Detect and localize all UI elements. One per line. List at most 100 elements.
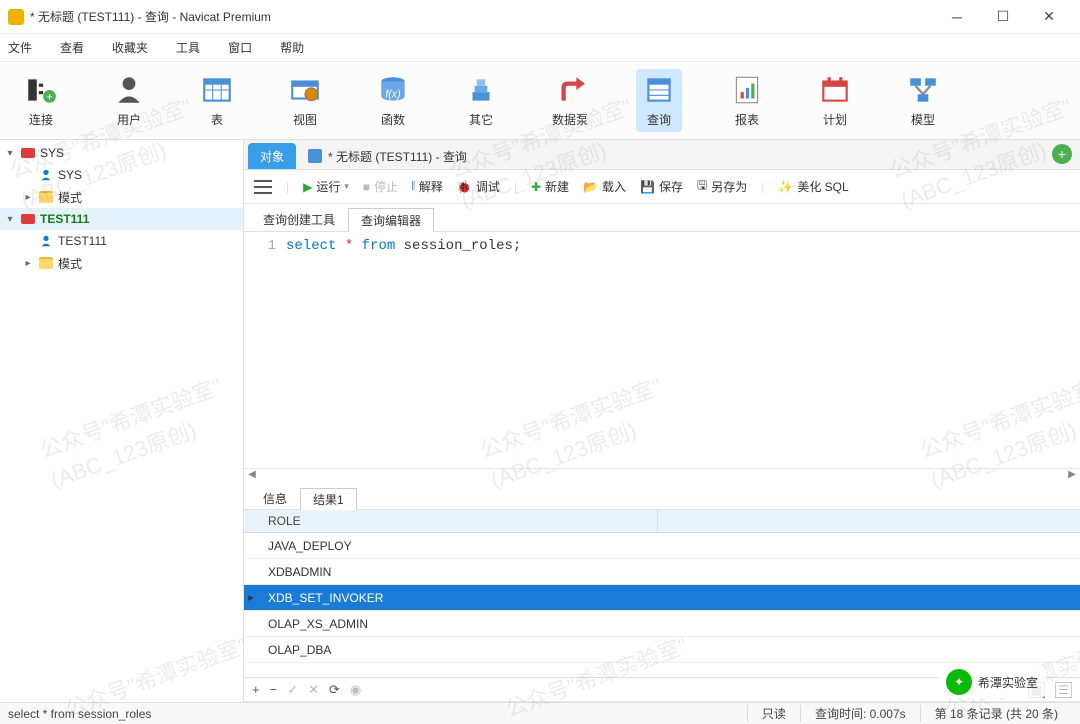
menubar: 文件 查看 收藏夹 工具 窗口 帮助 xyxy=(0,34,1080,62)
tool-function[interactable]: f(x) 函数 xyxy=(370,69,416,132)
saveas-button[interactable]: 🖫 另存为 xyxy=(697,176,747,197)
svg-text:f(x): f(x) xyxy=(385,88,400,100)
line-gutter: 1 xyxy=(244,238,286,254)
action-bar: | ▶ 运行 ▾ ■ 停止 𝄃 解释 🐞 调试 | ✚ 新建 📂 载入 💾 保存… xyxy=(244,170,1080,204)
tool-other-icon xyxy=(464,73,498,107)
tree-node-0[interactable]: ▾ SYS xyxy=(0,142,243,164)
menu-file[interactable]: 文件 xyxy=(8,39,32,56)
tool-view-icon xyxy=(288,73,322,107)
tool-report[interactable]: 报表 xyxy=(724,69,770,132)
tree-label: 模式 xyxy=(58,255,82,272)
tree-node-1[interactable]: SYS xyxy=(0,164,243,186)
col-role[interactable]: ROLE xyxy=(258,510,658,532)
grid-header: ROLE xyxy=(244,510,1080,533)
result-tab-1[interactable]: 结果1 xyxy=(300,488,357,510)
grid-row[interactable]: OLAP_XS_ADMIN xyxy=(244,611,1080,637)
save-button[interactable]: 💾 保存 xyxy=(640,178,683,195)
debug-button[interactable]: 🐞 调试 xyxy=(457,178,500,195)
nav-cancel-icon[interactable]: ✕ xyxy=(308,682,319,698)
tool-other[interactable]: 其它 xyxy=(458,69,504,132)
tree-arrow[interactable]: ▾ xyxy=(4,214,16,225)
cell-role: OLAP_XS_ADMIN xyxy=(258,617,658,631)
result-tabs: 信息 结果1 xyxy=(244,484,1080,510)
tree-node-5[interactable]: ▸ 模式 xyxy=(0,252,243,274)
minimize-button[interactable]: ─ xyxy=(934,2,980,32)
wechat-badge: ✦ 希潭实验室 xyxy=(938,666,1046,698)
result-tab-info[interactable]: 信息 xyxy=(250,487,300,509)
menu-toggle-icon[interactable] xyxy=(254,180,272,194)
tool-user-label: 用户 xyxy=(117,111,141,128)
cell-role: OLAP_DBA xyxy=(258,643,658,657)
menu-view[interactable]: 查看 xyxy=(60,39,84,56)
run-button[interactable]: ▶ 运行 ▾ xyxy=(303,178,349,195)
subtab-editor[interactable]: 查询编辑器 xyxy=(348,208,434,232)
tree-label: TEST111 xyxy=(40,212,89,226)
tool-connection-label: 连接 xyxy=(29,111,53,128)
tool-table[interactable]: 表 xyxy=(194,69,240,132)
tool-query-icon xyxy=(642,73,676,107)
tool-datapump[interactable]: 数据泵 xyxy=(546,69,594,132)
nav-refresh-icon[interactable]: ⟳ xyxy=(329,682,340,698)
code-line-1: select * from session_roles; xyxy=(286,238,1080,254)
wechat-icon: ✦ xyxy=(946,669,972,695)
tree-arrow[interactable]: ▾ xyxy=(4,148,16,159)
tool-schedule-icon xyxy=(818,73,852,107)
nav-record-icon[interactable]: ◉ xyxy=(350,682,361,698)
tool-model-icon xyxy=(906,73,940,107)
tree-node-3[interactable]: ▾ TEST111 xyxy=(0,208,243,230)
grid-row[interactable]: XDBADMIN xyxy=(244,559,1080,585)
tool-function-label: 函数 xyxy=(381,111,405,128)
new-button[interactable]: ✚ 新建 xyxy=(531,178,569,195)
cell-role: XDBADMIN xyxy=(258,565,658,579)
tree-arrow[interactable]: ▸ xyxy=(22,258,34,269)
explain-button[interactable]: 𝄃 解释 xyxy=(412,178,443,195)
form-view-icon[interactable]: ☰ xyxy=(1055,682,1072,698)
close-button[interactable]: ✕ xyxy=(1026,2,1072,32)
result-grid[interactable]: ROLE JAVA_DEPLOY XDBADMIN ▸XDB_SET_INVOKER… xyxy=(244,510,1080,678)
new-tab-button[interactable]: + xyxy=(1052,144,1072,164)
grid-row[interactable]: JAVA_DEPLOY xyxy=(244,533,1080,559)
tool-connection[interactable]: + 连接 xyxy=(18,69,64,132)
nav-remove-icon[interactable]: − xyxy=(270,682,278,697)
tool-table-icon xyxy=(200,73,234,107)
tree-label: SYS xyxy=(40,146,64,160)
subtab-builder[interactable]: 查询创建工具 xyxy=(250,207,348,231)
load-button[interactable]: 📂 载入 xyxy=(583,178,626,195)
tool-schedule-label: 计划 xyxy=(823,111,847,128)
tree-node-4[interactable]: TEST111 xyxy=(0,230,243,252)
menu-tools[interactable]: 工具 xyxy=(176,39,200,56)
window-title: * 无标题 (TEST111) - 查询 - Navicat Premium xyxy=(30,8,934,25)
doctab-query[interactable]: * 无标题 (TEST111) - 查询 xyxy=(296,143,479,169)
status-records: 第 18 条记录 (共 20 条) xyxy=(920,705,1072,722)
grid-row[interactable]: ▸XDB_SET_INVOKER xyxy=(244,585,1080,611)
sidebar-tree[interactable]: ▾ SYS SYS ▸ 模式 ▾ TEST111 TEST111 ▸ 模式 xyxy=(0,140,244,702)
row-pointer-icon: ▸ xyxy=(244,591,258,604)
sql-editor[interactable]: 1 select * from session_roles; xyxy=(244,232,1080,468)
menu-favorites[interactable]: 收藏夹 xyxy=(112,39,148,56)
tree-label: 模式 xyxy=(58,189,82,206)
tool-model[interactable]: 模型 xyxy=(900,69,946,132)
menu-help[interactable]: 帮助 xyxy=(280,39,304,56)
tool-query[interactable]: 查询 xyxy=(636,69,682,132)
tool-query-label: 查询 xyxy=(647,111,671,128)
grid-row[interactable]: OLAP_DBA xyxy=(244,637,1080,663)
stop-button[interactable]: ■ 停止 xyxy=(363,178,398,195)
tool-view[interactable]: 视图 xyxy=(282,69,328,132)
tree-arrow[interactable]: ▸ xyxy=(22,192,34,203)
tree-node-2[interactable]: ▸ 模式 xyxy=(0,186,243,208)
doctab-objects[interactable]: 对象 xyxy=(248,143,296,169)
status-readonly: 只读 xyxy=(747,705,800,722)
beautify-button[interactable]: ✨ 美化 SQL xyxy=(778,178,848,195)
menu-window[interactable]: 窗口 xyxy=(228,39,252,56)
svg-text:+: + xyxy=(46,92,52,104)
tool-schedule[interactable]: 计划 xyxy=(812,69,858,132)
tree-label: TEST111 xyxy=(58,234,107,248)
tool-datapump-label: 数据泵 xyxy=(552,111,588,128)
editor-subtabs: 查询创建工具 查询编辑器 xyxy=(244,204,1080,232)
nav-add-icon[interactable]: + xyxy=(252,682,260,697)
content-area: 对象 * 无标题 (TEST111) - 查询 + | ▶ 运行 ▾ ■ 停止 … xyxy=(244,140,1080,702)
tool-user[interactable]: 用户 xyxy=(106,69,152,132)
editor-h-scrollbar[interactable]: ◀▶ xyxy=(244,468,1080,484)
nav-commit-icon[interactable]: ✓ xyxy=(287,682,298,698)
maximize-button[interactable]: ☐ xyxy=(980,2,1026,32)
